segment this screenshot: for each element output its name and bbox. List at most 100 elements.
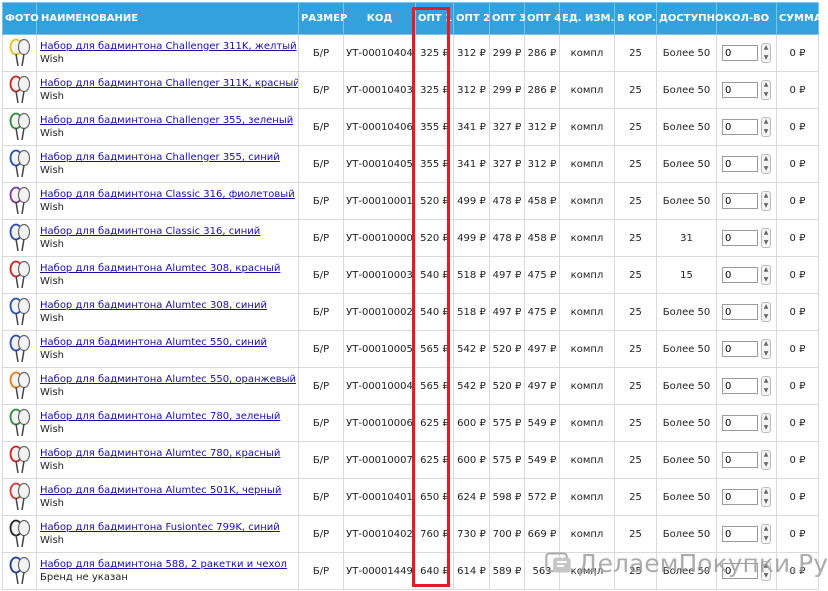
chevron-down-icon[interactable]: ▼ bbox=[764, 239, 769, 247]
spin-buttons[interactable]: ▲ ▼ bbox=[761, 487, 771, 507]
chevron-down-icon[interactable]: ▼ bbox=[764, 54, 769, 62]
chevron-down-icon[interactable]: ▼ bbox=[764, 313, 769, 321]
product-link[interactable]: Набор для бадминтона 588, 2 ракетки и че… bbox=[40, 558, 298, 571]
product-link[interactable]: Набор для бадминтона Alumtec 780, красны… bbox=[40, 447, 298, 460]
chevron-up-icon[interactable]: ▲ bbox=[764, 192, 769, 200]
spin-buttons[interactable]: ▲ ▼ bbox=[761, 524, 771, 544]
chevron-down-icon[interactable]: ▼ bbox=[764, 387, 769, 395]
product-link[interactable]: Набор для бадминтона Fusiontec 799K, син… bbox=[40, 521, 298, 534]
product-photo[interactable] bbox=[4, 371, 36, 401]
col-opt4[interactable]: ОПТ 4 bbox=[524, 2, 561, 35]
quantity-input[interactable] bbox=[722, 452, 758, 468]
product-photo[interactable] bbox=[4, 445, 36, 475]
col-opt2[interactable]: ОПТ 2 bbox=[453, 2, 490, 35]
spin-buttons[interactable]: ▲ ▼ bbox=[761, 154, 771, 174]
product-link[interactable]: Набор для бадминтона Classic 316, синий bbox=[40, 225, 298, 238]
chevron-down-icon[interactable]: ▼ bbox=[764, 276, 769, 284]
spin-buttons[interactable]: ▲ ▼ bbox=[761, 117, 771, 137]
product-photo[interactable] bbox=[4, 519, 36, 549]
chevron-down-icon[interactable]: ▼ bbox=[764, 165, 769, 173]
product-link[interactable]: Набор для бадминтона Challenger 311K, кр… bbox=[40, 77, 298, 90]
product-link[interactable]: Набор для бадминтона Alumtec 308, синий bbox=[40, 299, 298, 312]
product-link[interactable]: Набор для бадминтона Alumtec 501K, черны… bbox=[40, 484, 298, 497]
col-opt1[interactable]: ОПТ 1 bbox=[415, 2, 454, 35]
chevron-down-icon[interactable]: ▼ bbox=[764, 572, 769, 580]
chevron-down-icon[interactable]: ▼ bbox=[764, 202, 769, 210]
chevron-up-icon[interactable]: ▲ bbox=[764, 451, 769, 459]
product-photo[interactable] bbox=[4, 260, 36, 290]
chevron-down-icon[interactable]: ▼ bbox=[764, 498, 769, 506]
chevron-down-icon[interactable]: ▼ bbox=[764, 424, 769, 432]
product-photo[interactable] bbox=[4, 112, 36, 142]
spin-buttons[interactable]: ▲ ▼ bbox=[761, 561, 771, 581]
chevron-down-icon[interactable]: ▼ bbox=[764, 350, 769, 358]
quantity-input[interactable] bbox=[722, 378, 758, 394]
chevron-up-icon[interactable]: ▲ bbox=[764, 155, 769, 163]
product-link[interactable]: Набор для бадминтона Challenger 355, син… bbox=[40, 151, 298, 164]
chevron-down-icon[interactable]: ▼ bbox=[764, 91, 769, 99]
quantity-input[interactable] bbox=[722, 415, 758, 431]
product-photo[interactable] bbox=[4, 149, 36, 179]
product-photo[interactable] bbox=[4, 297, 36, 327]
spin-buttons[interactable]: ▲ ▼ bbox=[761, 450, 771, 470]
quantity-input[interactable] bbox=[722, 193, 758, 209]
spin-buttons[interactable]: ▲ ▼ bbox=[761, 302, 771, 322]
product-photo[interactable] bbox=[4, 186, 36, 216]
quantity-input[interactable] bbox=[722, 304, 758, 320]
product-photo[interactable] bbox=[4, 482, 36, 512]
cell-per-box: 25 bbox=[614, 219, 657, 257]
col-code[interactable]: КОД bbox=[343, 2, 416, 35]
spin-buttons[interactable]: ▲ ▼ bbox=[761, 191, 771, 211]
quantity-input[interactable] bbox=[722, 156, 758, 172]
col-available[interactable]: ДОСТУПНО bbox=[656, 2, 724, 35]
chevron-down-icon[interactable]: ▼ bbox=[764, 535, 769, 543]
product-photo[interactable] bbox=[4, 334, 36, 364]
spin-buttons[interactable]: ▲ ▼ bbox=[761, 339, 771, 359]
quantity-input[interactable] bbox=[722, 563, 758, 579]
chevron-up-icon[interactable]: ▲ bbox=[764, 377, 769, 385]
product-photo[interactable] bbox=[4, 223, 36, 253]
product-link[interactable]: Набор для бадминтона Alumtec 308, красны… bbox=[40, 262, 298, 275]
product-photo[interactable] bbox=[4, 38, 36, 68]
chevron-up-icon[interactable]: ▲ bbox=[764, 525, 769, 533]
spin-buttons[interactable]: ▲ ▼ bbox=[761, 265, 771, 285]
product-link[interactable]: Набор для бадминтона Classic 316, фиолет… bbox=[40, 188, 298, 201]
quantity-input[interactable] bbox=[722, 489, 758, 505]
quantity-input[interactable] bbox=[722, 45, 758, 61]
chevron-up-icon[interactable]: ▲ bbox=[764, 266, 769, 274]
chevron-up-icon[interactable]: ▲ bbox=[764, 44, 769, 52]
spin-buttons[interactable]: ▲ ▼ bbox=[761, 376, 771, 396]
spin-buttons[interactable]: ▲ ▼ bbox=[761, 43, 771, 63]
chevron-up-icon[interactable]: ▲ bbox=[764, 414, 769, 422]
quantity-input[interactable] bbox=[722, 230, 758, 246]
product-link[interactable]: Набор для бадминтона Alumtec 780, зелены… bbox=[40, 410, 298, 423]
chevron-up-icon[interactable]: ▲ bbox=[764, 118, 769, 126]
chevron-down-icon[interactable]: ▼ bbox=[764, 461, 769, 469]
product-link[interactable]: Набор для бадминтона Challenger 355, зел… bbox=[40, 114, 298, 127]
chevron-down-icon[interactable]: ▼ bbox=[764, 128, 769, 136]
chevron-up-icon[interactable]: ▲ bbox=[764, 81, 769, 89]
quantity-input[interactable] bbox=[722, 526, 758, 542]
chevron-up-icon[interactable]: ▲ bbox=[764, 340, 769, 348]
quantity-input[interactable] bbox=[722, 267, 758, 283]
product-link[interactable]: Набор для бадминтона Alumtec 550, синий bbox=[40, 336, 298, 349]
col-opt3[interactable]: ОПТ 3 bbox=[489, 2, 526, 35]
product-photo[interactable] bbox=[4, 75, 36, 105]
product-photo[interactable] bbox=[4, 408, 36, 438]
quantity-input[interactable] bbox=[722, 341, 758, 357]
quantity-input[interactable] bbox=[722, 82, 758, 98]
chevron-up-icon[interactable]: ▲ bbox=[764, 488, 769, 496]
spin-buttons[interactable]: ▲ ▼ bbox=[761, 413, 771, 433]
col-name[interactable]: НАИМЕНОВАНИЕ bbox=[36, 2, 299, 35]
spin-buttons[interactable]: ▲ ▼ bbox=[761, 80, 771, 100]
spin-buttons[interactable]: ▲ ▼ bbox=[761, 228, 771, 248]
quantity-input[interactable] bbox=[722, 119, 758, 135]
product-link[interactable]: Набор для бадминтона Challenger 311K, же… bbox=[40, 40, 298, 53]
chevron-up-icon[interactable]: ▲ bbox=[764, 229, 769, 237]
chevron-up-icon[interactable]: ▲ bbox=[764, 562, 769, 570]
product-link[interactable]: Набор для бадминтона Alumtec 550, оранже… bbox=[40, 373, 298, 386]
chevron-up-icon[interactable]: ▲ bbox=[764, 303, 769, 311]
product-photo[interactable] bbox=[4, 556, 36, 586]
col-size[interactable]: РАЗМЕР bbox=[298, 2, 347, 35]
quantity-stepper: ▲▼ bbox=[718, 450, 776, 470]
